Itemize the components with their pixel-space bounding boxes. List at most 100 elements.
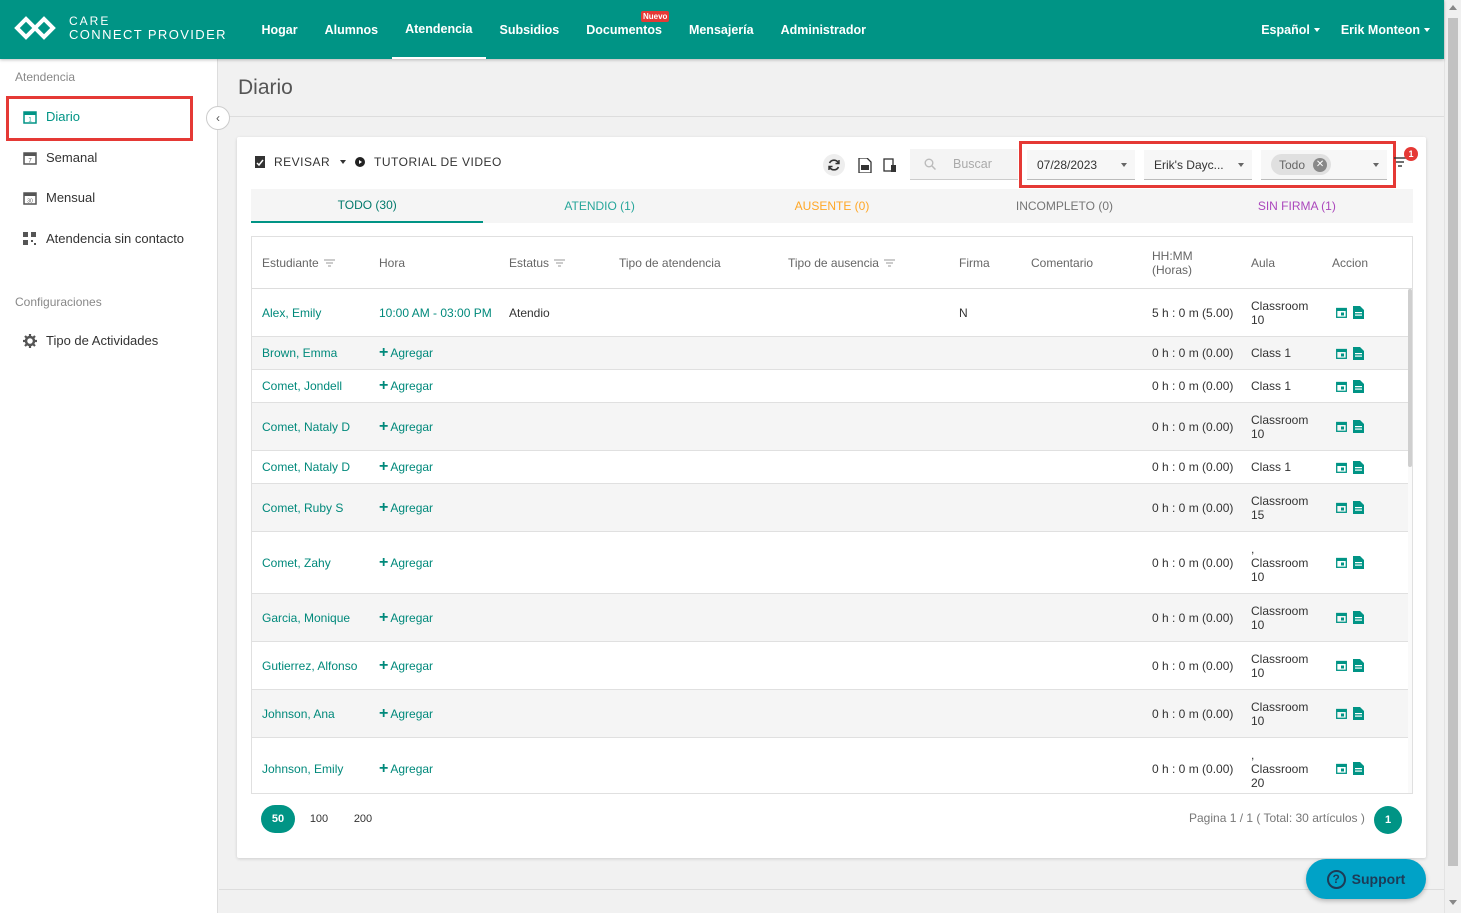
add-time-button[interactable]: + Agregar xyxy=(379,459,434,475)
sidebar-item-atendencia-sin-contacto[interactable]: Atendencia sin contacto xyxy=(22,231,184,246)
user-menu[interactable]: Erik Monteon xyxy=(1341,23,1430,37)
search-input[interactable]: Buscar xyxy=(910,149,1018,180)
student-name-link[interactable]: Brown, Emma xyxy=(262,337,337,369)
nav-atendencia[interactable]: Atendencia xyxy=(391,0,486,59)
window-scrollbar-thumb[interactable] xyxy=(1448,18,1458,866)
sort-icon[interactable] xyxy=(554,259,566,267)
nav-documentos[interactable]: Documentos Nuevo xyxy=(573,0,676,59)
tab-ausente[interactable]: AUSENTE (0) xyxy=(716,189,948,223)
add-time-button[interactable]: + Agregar xyxy=(379,609,433,625)
page-size-50[interactable]: 50 xyxy=(261,805,295,833)
document-icon[interactable] xyxy=(1353,501,1364,514)
column-header-status[interactable]: Estatus xyxy=(509,237,566,289)
calendar-edit-icon[interactable] xyxy=(1336,763,1347,774)
document-icon[interactable] xyxy=(1353,707,1364,720)
time-range[interactable]: 10:00 AM - 03:00 PM xyxy=(379,289,492,336)
nav-administrador[interactable]: Administrador xyxy=(767,0,879,59)
calendar-edit-icon[interactable] xyxy=(1336,307,1347,318)
nav-mensajeria[interactable]: Mensajería xyxy=(675,0,767,59)
date-select[interactable]: 07/28/2023 xyxy=(1027,150,1135,180)
student-name-link[interactable]: Johnson, Emily xyxy=(262,738,343,793)
student-name-link[interactable]: Comet, Nataly D xyxy=(262,403,350,450)
student-name-link[interactable]: Comet, Zahy xyxy=(262,532,331,593)
calendar-edit-icon[interactable] xyxy=(1336,421,1347,432)
sort-icon[interactable] xyxy=(323,259,335,267)
add-label: Agregar xyxy=(390,460,434,474)
filter-list-icon[interactable] xyxy=(1394,157,1406,167)
scroll-down-arrow-icon[interactable] xyxy=(1449,900,1457,905)
tab-sin-firma[interactable]: SIN FIRMA (1) xyxy=(1181,189,1413,223)
caret-down-icon xyxy=(340,160,347,164)
add-time-button[interactable]: + Agregar xyxy=(379,378,433,394)
document-icon[interactable] xyxy=(1353,420,1364,433)
sidebar-item-semanal[interactable]: 7 Semanal xyxy=(22,150,97,165)
student-name-link[interactable]: Comet, Jondell xyxy=(262,370,342,402)
document-icon[interactable] xyxy=(1353,762,1364,775)
calendar-edit-icon[interactable] xyxy=(1336,557,1347,568)
calendar-edit-icon[interactable] xyxy=(1336,612,1347,623)
scroll-up-arrow-icon[interactable] xyxy=(1449,5,1457,10)
add-time-button[interactable]: + Agregar xyxy=(379,554,433,570)
hours-value: 0 h : 0 m (0.00) xyxy=(1152,500,1234,515)
collapse-sidebar-button[interactable]: ‹ xyxy=(206,106,230,130)
calendar-edit-icon[interactable] xyxy=(1336,381,1347,392)
center-select[interactable]: Erik's Dayc... xyxy=(1144,150,1252,180)
student-name-link[interactable]: Comet, Ruby S xyxy=(262,484,343,531)
document-icon[interactable] xyxy=(1353,659,1364,672)
document-icon[interactable] xyxy=(1353,460,1364,474)
document-icon[interactable] xyxy=(1353,611,1364,624)
document-icon[interactable] xyxy=(1353,379,1364,393)
add-time-button[interactable]: + Agregar xyxy=(379,345,433,361)
calendar-edit-icon[interactable] xyxy=(1336,708,1347,719)
student-name-link[interactable]: Comet, Nataly D xyxy=(262,451,350,483)
document-icon[interactable] xyxy=(1353,346,1364,360)
support-button[interactable]: ? Support xyxy=(1306,859,1426,899)
classroom-cell: Classroom 15 xyxy=(1251,484,1308,531)
table-scrollbar-thumb[interactable] xyxy=(1408,289,1412,467)
column-header-student[interactable]: Estudiante xyxy=(262,237,335,289)
calendar-edit-icon[interactable] xyxy=(1336,502,1347,513)
calendar-edit-icon[interactable] xyxy=(1336,462,1347,473)
tutorial-video-button[interactable]: TUTORIAL DE VIDEO xyxy=(355,155,502,169)
page-number-button[interactable]: 1 xyxy=(1374,806,1402,834)
nav-alumnos[interactable]: Alumnos xyxy=(311,0,391,59)
nav-subsidios[interactable]: Subsidios xyxy=(486,0,573,59)
tab-todo[interactable]: TODO (30) xyxy=(251,189,484,223)
filter-chip[interactable]: Todo ✕ xyxy=(1271,154,1332,175)
hours-value: 0 h : 0 m (0.00) xyxy=(1152,555,1234,570)
logo[interactable]: CARE CONNECT PROVIDER xyxy=(14,14,227,42)
column-header-absence-type[interactable]: Tipo de ausencia xyxy=(788,237,895,289)
tab-atendio[interactable]: ATENDIO (1) xyxy=(483,189,715,223)
export-pdf-button[interactable] xyxy=(854,154,876,176)
window-scrollbar[interactable] xyxy=(1444,0,1461,913)
student-name-link[interactable]: Gutierrez, Alfonso xyxy=(262,642,357,689)
tab-incompleto[interactable]: INCOMPLETO (0) xyxy=(948,189,1180,223)
add-time-button[interactable]: + Agregar xyxy=(379,499,433,515)
document-icon[interactable] xyxy=(1353,306,1364,319)
page-size-100[interactable]: 100 xyxy=(302,805,336,833)
calendar-edit-icon[interactable] xyxy=(1336,660,1347,671)
sort-icon[interactable] xyxy=(883,259,895,267)
sidebar-item-mensual[interactable]: 30 Mensual xyxy=(22,190,95,205)
add-time-button[interactable]: + Agregar xyxy=(379,657,433,673)
student-name-link[interactable]: Alex, Emily xyxy=(262,289,321,336)
add-time-button[interactable]: + Agregar xyxy=(379,705,433,721)
add-time-button[interactable]: + Agregar xyxy=(379,418,433,434)
filter-select[interactable]: Todo ✕ xyxy=(1261,150,1387,180)
student-name-link[interactable]: Johnson, Ana xyxy=(262,690,335,737)
refresh-button[interactable] xyxy=(823,154,845,176)
calendar-edit-icon[interactable] xyxy=(1336,348,1347,359)
language-menu[interactable]: Español xyxy=(1261,23,1320,37)
sidebar-item-diario[interactable]: 1 Diario xyxy=(22,109,80,124)
student-name-link[interactable]: Garcia, Monique xyxy=(262,594,350,641)
sidebar-item-tipo-de-actividades[interactable]: Tipo de Actividades xyxy=(22,333,158,348)
revisar-button[interactable]: REVISAR xyxy=(255,155,347,169)
classroom-cell: Classroom 10 xyxy=(1251,642,1308,689)
nav-hogar[interactable]: Hogar xyxy=(248,0,311,59)
sidebar: Atendencia 1 Diario 7 Semanal 30 Mensual… xyxy=(0,59,218,913)
clear-icon[interactable]: ✕ xyxy=(1313,157,1328,172)
page-size-200[interactable]: 200 xyxy=(346,805,380,833)
add-time-button[interactable]: + Agregar xyxy=(379,760,433,776)
export-device-button[interactable] xyxy=(879,154,901,176)
document-icon[interactable] xyxy=(1353,556,1364,569)
